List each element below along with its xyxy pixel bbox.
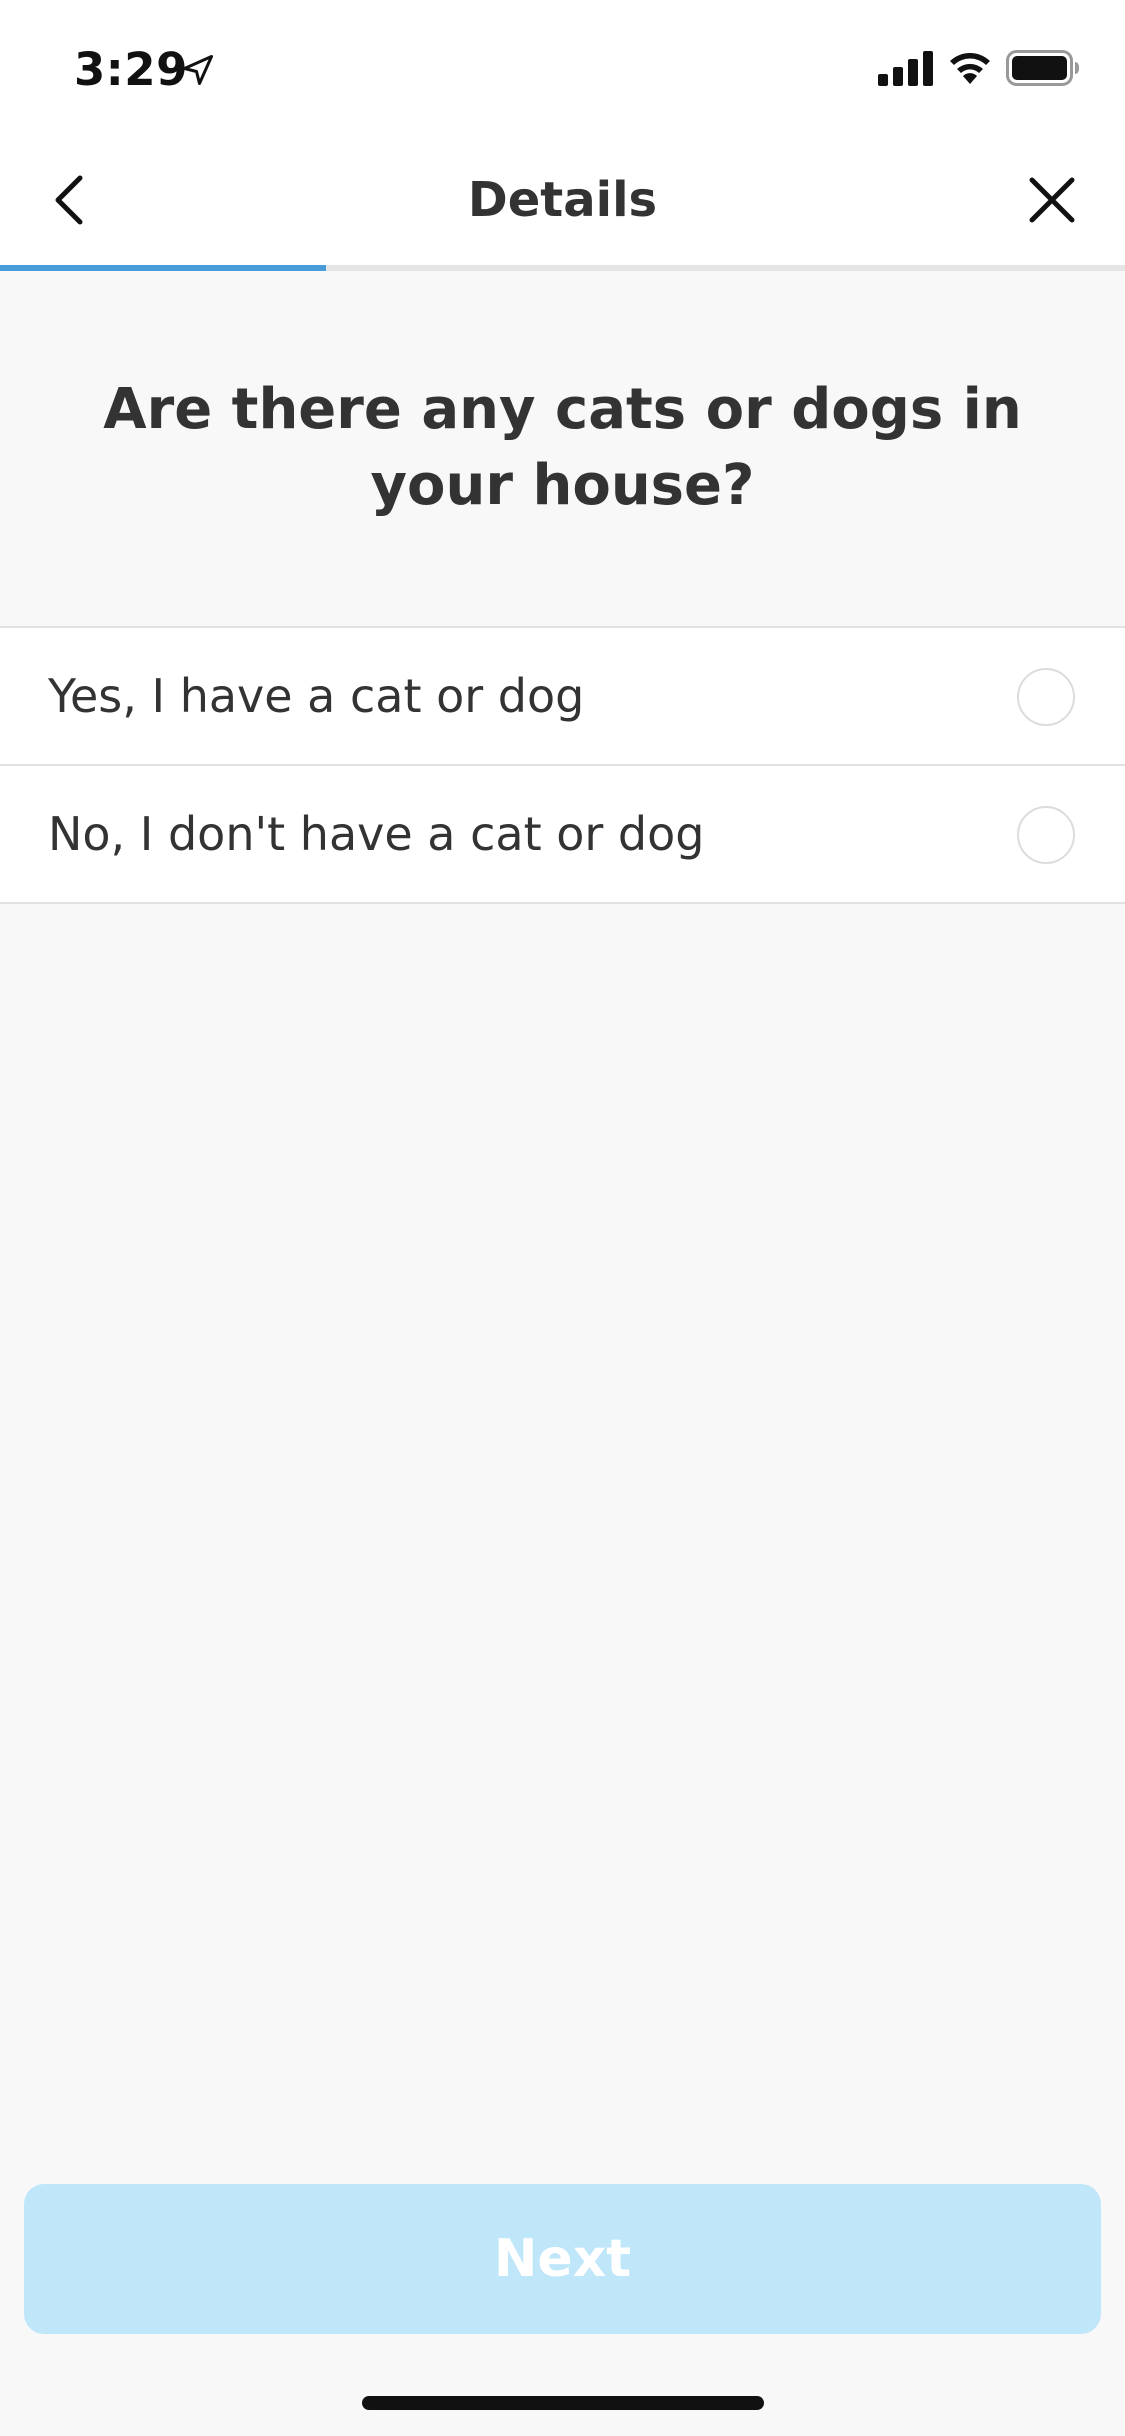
battery-icon — [1006, 50, 1079, 86]
option-yes[interactable]: Yes, I have a cat or dog — [0, 628, 1125, 766]
location-arrow-icon — [183, 55, 213, 85]
radio-button[interactable] — [1017, 806, 1075, 864]
page-title: Details — [467, 172, 658, 228]
status-bar: 3:29 — [0, 0, 1125, 135]
radio-button[interactable] — [1017, 668, 1075, 726]
home-indicator — [362, 2396, 764, 2410]
options-list: Yes, I have a cat or dog No, I don't hav… — [0, 626, 1125, 904]
progress-fill — [0, 265, 327, 271]
close-icon — [1029, 177, 1075, 223]
wifi-icon — [950, 53, 990, 84]
close-button[interactable] — [1012, 160, 1092, 240]
option-label: Yes, I have a cat or dog — [48, 669, 585, 723]
option-label: No, I don't have a cat or dog — [48, 807, 705, 861]
next-button[interactable]: Next — [24, 2184, 1101, 2334]
option-no[interactable]: No, I don't have a cat or dog — [0, 766, 1125, 904]
question-heading: Are there any cats or dogs in your house… — [103, 377, 1022, 518]
nav-header: Details — [0, 135, 1125, 265]
progress-bar — [0, 265, 1125, 271]
cellular-signal-icon — [878, 51, 933, 86]
status-time: 3:29 — [74, 43, 188, 96]
screen: 3:29 Details Are there any cats or dogs … — [0, 0, 1125, 2436]
